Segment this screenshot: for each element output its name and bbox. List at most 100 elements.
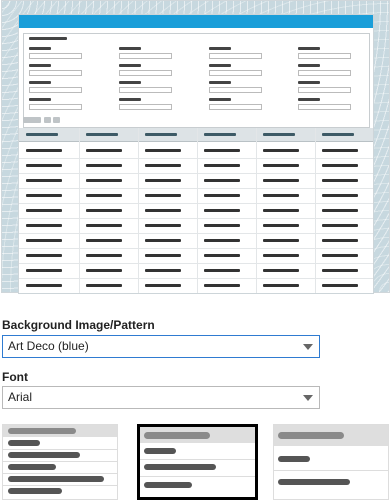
preview-grid-cell	[145, 194, 181, 197]
thumb-divider	[140, 459, 255, 460]
preview-grid-cell	[263, 224, 299, 227]
preview-field	[119, 87, 172, 93]
table-style-option-spacious[interactable]	[273, 424, 389, 500]
preview-label	[209, 81, 231, 84]
thumb-divider	[140, 476, 255, 477]
preview-grid-cell	[204, 269, 240, 272]
preview-grid-cell	[322, 269, 358, 272]
preview-grid-cell	[86, 224, 122, 227]
theme-preview	[1, 0, 390, 293]
preview-field	[298, 70, 351, 76]
preview-grid-row	[19, 278, 373, 293]
preview-field	[119, 53, 172, 59]
preview-label	[29, 98, 51, 101]
preview-grid-cell	[86, 209, 122, 212]
preview-grid-cell	[145, 149, 181, 152]
preview-grid-cell	[322, 239, 358, 242]
preview-grid-cell	[86, 164, 122, 167]
preview-grid-cell	[86, 284, 122, 287]
preview-grid-cell	[26, 149, 62, 152]
preview-label	[209, 98, 231, 101]
preview-grid-cell	[26, 224, 62, 227]
preview-label	[119, 64, 141, 67]
preview-grid-header-label	[263, 133, 295, 136]
preview-grid-cell	[263, 284, 299, 287]
preview-field	[119, 104, 172, 110]
preview-field	[298, 53, 351, 59]
thumb-cell	[8, 440, 40, 446]
preview-grid-cell	[204, 239, 240, 242]
thumb-divider	[274, 470, 388, 471]
preview-grid-row	[19, 203, 373, 219]
preview-grid-row	[19, 158, 373, 174]
thumb-divider	[3, 449, 117, 450]
preview-field	[29, 53, 82, 59]
preview-grid-cell	[145, 269, 181, 272]
preview-grid-cell	[322, 149, 358, 152]
preview-grid-row	[19, 188, 373, 204]
preview-grid-cell	[263, 194, 299, 197]
preview-grid-cell	[263, 164, 299, 167]
preview-grid-cell	[322, 179, 358, 182]
preview-grid-cell	[26, 254, 62, 257]
preview-grid-cell	[263, 269, 299, 272]
background-pattern-select[interactable]: Art Deco (blue)	[2, 335, 320, 358]
table-style-option-compact[interactable]	[2, 424, 118, 500]
thumb-cell	[278, 456, 310, 462]
preview-grid-cell	[145, 179, 181, 182]
preview-grid-cell	[26, 239, 62, 242]
preview-grid-cell	[322, 224, 358, 227]
preview-grid-cell	[26, 284, 62, 287]
preview-grid-cell	[145, 284, 181, 287]
preview-grid-cell	[145, 254, 181, 257]
background-pattern-label: Background Image/Pattern	[2, 318, 155, 332]
preview-grid-cell	[26, 209, 62, 212]
preview-grid-cell	[204, 164, 240, 167]
preview-label	[119, 98, 141, 101]
preview-label	[298, 47, 320, 50]
preview-grid-row	[19, 263, 373, 279]
thumb-cell	[8, 488, 62, 494]
preview-grid-cell	[86, 179, 122, 182]
preview-grid-row	[19, 173, 373, 189]
thumb-cell	[144, 482, 192, 488]
preview-field	[298, 87, 351, 93]
preview-grid-header-label	[26, 133, 58, 136]
preview-grid-header-label	[86, 133, 118, 136]
preview-grid-cell	[263, 179, 299, 182]
preview-grid-header	[19, 128, 373, 142]
thumb-cell	[144, 448, 176, 454]
font-value: Arial	[8, 390, 33, 404]
preview-pager	[53, 117, 60, 123]
preview-grid-cell	[86, 149, 122, 152]
preview-label	[298, 98, 320, 101]
preview-sheet	[19, 15, 373, 293]
preview-grid-cell	[26, 164, 62, 167]
preview-header-bar	[19, 15, 373, 28]
preview-grid-cell	[263, 239, 299, 242]
preview-grid-cell	[86, 254, 122, 257]
preview-grid-cell	[204, 179, 240, 182]
preview-field	[209, 87, 262, 93]
preview-grid-row	[19, 143, 373, 159]
table-style-option-standard[interactable]	[137, 424, 258, 500]
thumb-cell	[8, 464, 56, 470]
preview-label	[29, 47, 51, 50]
preview-grid-cell	[322, 164, 358, 167]
thumb-cell	[8, 452, 80, 458]
preview-grid-cell	[204, 254, 240, 257]
font-label: Font	[2, 370, 28, 384]
preview-field	[209, 53, 262, 59]
preview-field	[209, 70, 262, 76]
preview-grid-cell	[263, 209, 299, 212]
preview-grid-cell	[86, 269, 122, 272]
preview-grid-cell	[204, 284, 240, 287]
preview-grid-cell	[204, 224, 240, 227]
preview-field	[29, 70, 82, 76]
font-select[interactable]: Arial	[2, 386, 320, 409]
preview-grid-header-label	[204, 133, 236, 136]
preview-grid-row	[19, 233, 373, 249]
thumb-divider	[3, 485, 117, 486]
chevron-down-icon	[303, 395, 313, 401]
preview-field	[29, 87, 82, 93]
